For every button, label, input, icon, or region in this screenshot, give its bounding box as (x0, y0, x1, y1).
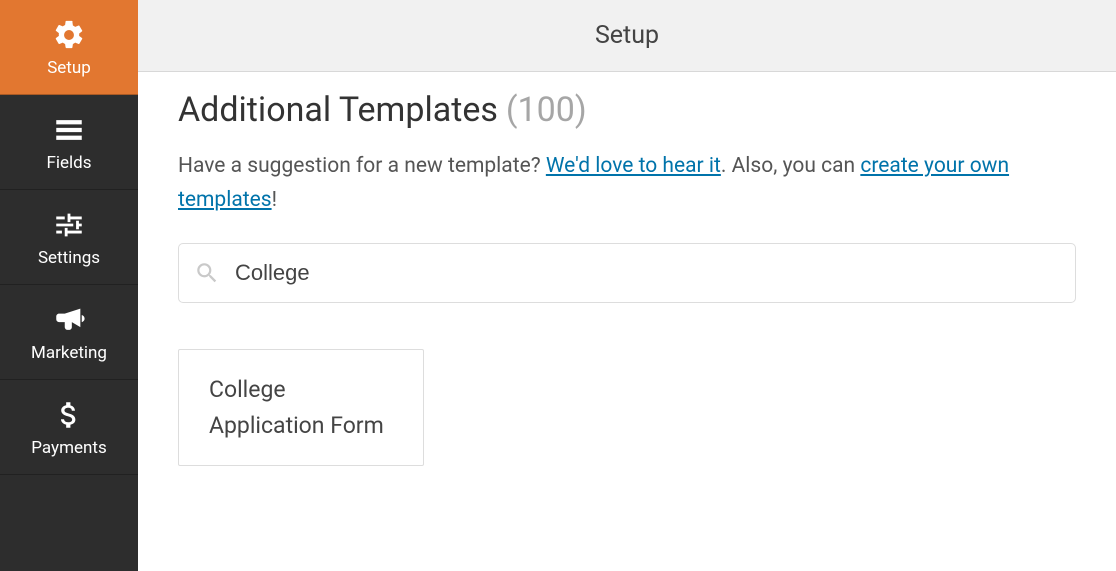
desc-text-3: ! (272, 188, 277, 212)
template-card[interactable]: College Application Form (178, 349, 424, 466)
search-icon (194, 260, 220, 286)
desc-text-1: Have a suggestion for a new template? (178, 154, 546, 178)
bullhorn-icon (52, 303, 86, 337)
search-wrap (178, 243, 1076, 303)
template-grid: College Application Form (178, 349, 1076, 466)
header-bar: Setup (138, 0, 1116, 72)
list-icon (52, 113, 86, 147)
section-heading: Additional Templates (100) (178, 90, 1076, 130)
desc-text-2: . Also, you can (721, 154, 860, 178)
sidebar-item-label: Marketing (31, 343, 107, 363)
sidebar-item-settings[interactable]: Settings (0, 190, 138, 285)
sidebar-item-label: Settings (38, 248, 100, 268)
sidebar: Setup Fields Settings Marketing Payments (0, 0, 138, 571)
sliders-icon (52, 208, 86, 242)
template-title: College Application Form (209, 372, 393, 443)
template-search-input[interactable] (178, 243, 1076, 303)
suggestion-link[interactable]: We'd love to hear it (546, 154, 721, 178)
sidebar-item-payments[interactable]: Payments (0, 380, 138, 475)
sidebar-item-marketing[interactable]: Marketing (0, 285, 138, 380)
heading-text: Additional Templates (178, 90, 498, 130)
sidebar-item-label: Payments (31, 438, 106, 458)
dollar-icon (52, 398, 86, 432)
gear-icon (52, 18, 86, 52)
sidebar-item-setup[interactable]: Setup (0, 0, 138, 95)
content-panel: Additional Templates (100) Have a sugges… (138, 72, 1116, 571)
main-area: Setup Additional Templates (100) Have a … (138, 0, 1116, 571)
sidebar-item-fields[interactable]: Fields (0, 95, 138, 190)
sidebar-item-label: Setup (47, 58, 91, 78)
heading-count: (100) (506, 90, 587, 130)
sidebar-item-label: Fields (46, 153, 91, 173)
section-description: Have a suggestion for a new template? We… (178, 150, 1076, 217)
page-header-title: Setup (595, 21, 659, 50)
